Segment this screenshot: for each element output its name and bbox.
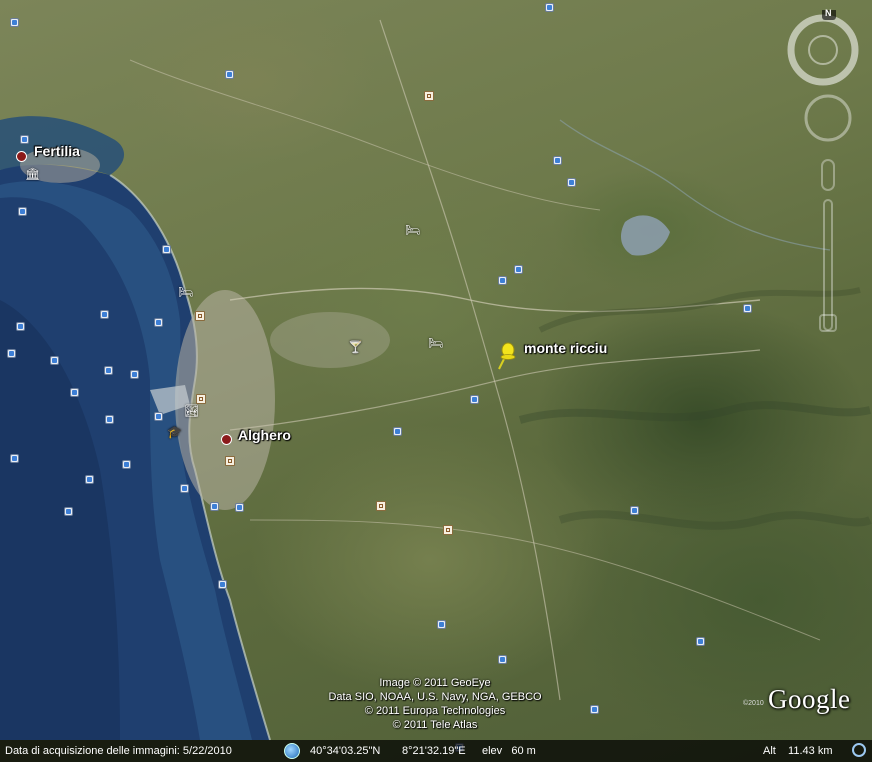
photo-pin-icon[interactable]	[696, 637, 705, 646]
photo-pin-icon[interactable]	[10, 18, 19, 27]
photo-pin-icon[interactable]	[130, 370, 139, 379]
poi-marker-icon[interactable]	[196, 394, 206, 404]
hotel-icon[interactable]: 🛏	[178, 286, 193, 298]
imagery-date: Data di acquisizione delle immagini: 5/2…	[5, 745, 232, 757]
pointer-latitude: 40°34'03.25"N	[310, 745, 381, 757]
attribution-line: © 2011 Europa Technologies	[364, 705, 506, 717]
photo-pin-icon[interactable]	[64, 507, 73, 516]
river	[559, 119, 831, 251]
urban-alghero	[175, 290, 275, 510]
photo-pin-icon[interactable]	[437, 620, 446, 629]
photo-pin-icon[interactable]	[16, 322, 25, 331]
photo-pin-icon[interactable]	[218, 580, 227, 589]
photo-pin-icon[interactable]	[162, 245, 171, 254]
pushpin-icon[interactable]	[494, 342, 518, 372]
photo-pin-icon[interactable]	[498, 655, 507, 664]
photo-pin-icon[interactable]	[630, 506, 639, 515]
photo-pin-icon[interactable]	[553, 156, 562, 165]
lake	[620, 215, 670, 256]
photo-pin-icon[interactable]	[514, 265, 523, 274]
place-label-fertilia[interactable]: Fertilia	[34, 143, 80, 159]
landmark-icon[interactable]: 🏞	[184, 405, 199, 417]
photo-pin-icon[interactable]	[10, 454, 19, 463]
terrain-layer	[0, 19, 872, 741]
urban-sprawl	[270, 312, 390, 368]
logo-year: ©2010	[743, 700, 764, 707]
google-logo: Google	[768, 684, 851, 714]
map-view[interactable]: 🛏 🛏 🛏 🍸 🏛 🎓 🏞 Fertilia Alghero monte ric…	[0, 0, 872, 762]
photo-pin-icon[interactable]	[225, 70, 234, 79]
eye-altitude: Alt 11.43 km	[763, 745, 833, 757]
place-label-alghero[interactable]: Alghero	[238, 427, 291, 443]
photo-pin-icon[interactable]	[393, 427, 402, 436]
photo-pin-icon[interactable]	[498, 276, 507, 285]
imagery-attribution: Image © 2011 GeoEye Data SIO, NOAA, U.S.…	[300, 676, 570, 732]
status-bar: Data di acquisizione delle immagini: 5/2…	[0, 740, 872, 762]
town-marker-fertilia[interactable]	[16, 151, 27, 162]
hotel-icon[interactable]: 🛏	[405, 224, 420, 236]
photo-pin-icon[interactable]	[7, 349, 16, 358]
poi-marker-icon[interactable]	[424, 91, 434, 101]
poi-marker-icon[interactable]	[443, 525, 453, 535]
pointer-longitude: 8°21'32.19"E	[402, 745, 466, 757]
placemark-label[interactable]: monte ricciu	[524, 340, 607, 356]
museum-icon[interactable]: 🏛	[25, 168, 40, 180]
photo-pin-icon[interactable]	[470, 395, 479, 404]
photo-pin-icon[interactable]	[154, 412, 163, 421]
photo-pin-icon[interactable]	[210, 502, 219, 511]
poi-marker-icon[interactable]	[225, 456, 235, 466]
poi-marker-icon[interactable]	[376, 501, 386, 511]
photo-pin-icon[interactable]	[104, 366, 113, 375]
town-marker-alghero[interactable]	[221, 434, 232, 445]
navigation-controls[interactable]	[800, 90, 860, 350]
hotel-icon[interactable]: 🛏	[428, 337, 443, 349]
bar-icon[interactable]: 🍸	[348, 341, 363, 353]
poi-marker-icon[interactable]	[195, 311, 205, 321]
streaming-progress-icon	[284, 743, 300, 759]
north-indicator[interactable]: N	[825, 8, 832, 18]
photo-pin-icon[interactable]	[743, 304, 752, 313]
photo-pin-icon[interactable]	[154, 318, 163, 327]
photo-pin-icon[interactable]	[70, 388, 79, 397]
photo-pin-icon[interactable]	[100, 310, 109, 319]
ridge	[518, 401, 871, 424]
photo-pin-icon[interactable]	[180, 484, 189, 493]
school-icon[interactable]: 🎓	[167, 426, 182, 438]
road	[379, 19, 561, 701]
photo-pin-icon[interactable]	[85, 475, 94, 484]
photo-pin-icon[interactable]	[235, 503, 244, 512]
road	[249, 519, 821, 641]
photo-pin-icon[interactable]	[18, 207, 27, 216]
status-icon	[852, 743, 866, 757]
photo-pin-icon[interactable]	[20, 135, 29, 144]
attribution-line: Data SIO, NOAA, U.S. Navy, NGA, GEBCO	[328, 691, 542, 703]
attribution-line: Image © 2011 GeoEye	[379, 677, 491, 689]
pointer-elevation: elev 60 m	[482, 745, 536, 757]
attribution-line: © 2011 Tele Atlas	[392, 719, 478, 731]
ridge	[558, 510, 872, 530]
photo-pin-icon[interactable]	[567, 178, 576, 187]
photo-pin-icon[interactable]	[122, 460, 131, 469]
photo-pin-icon[interactable]	[590, 705, 599, 714]
photo-pin-icon[interactable]	[545, 3, 554, 12]
road	[129, 59, 601, 211]
photo-pin-icon[interactable]	[50, 356, 59, 365]
compass-control[interactable]	[780, 10, 866, 90]
photo-pin-icon[interactable]	[105, 415, 114, 424]
